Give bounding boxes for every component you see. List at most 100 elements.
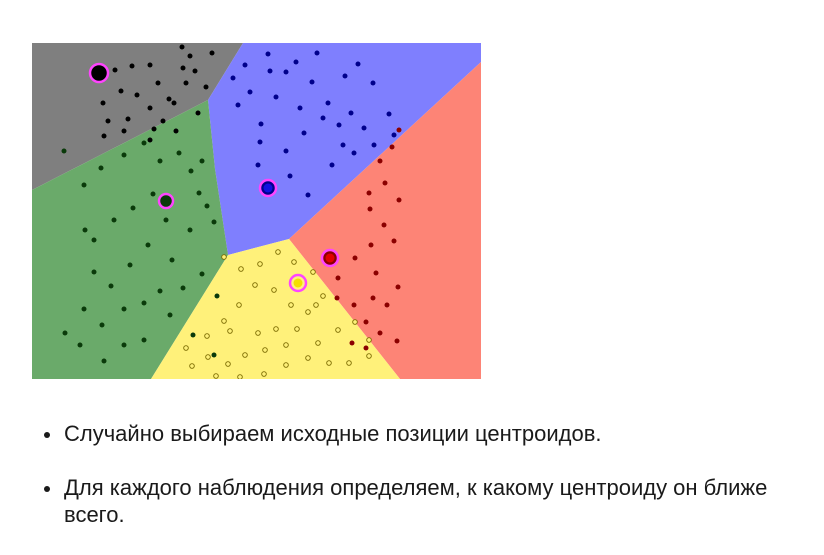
data-point-gray: [179, 44, 185, 50]
data-point-red: [396, 197, 402, 203]
data-point-green: [81, 182, 87, 188]
data-point-red: [377, 158, 383, 164]
data-point-green: [141, 140, 147, 146]
data-point-blue: [267, 68, 273, 74]
data-point-red: [382, 180, 388, 186]
data-point-red: [381, 222, 387, 228]
data-point-green: [121, 152, 127, 158]
data-point-blue: [370, 80, 376, 86]
data-point-red: [352, 255, 358, 261]
data-point-red: [396, 127, 402, 133]
data-point-yellow: [366, 353, 372, 359]
data-point-yellow: [288, 302, 294, 308]
data-point-yellow: [205, 354, 211, 360]
data-point-green: [157, 288, 163, 294]
data-point-gray: [105, 118, 111, 124]
data-point-red: [334, 295, 340, 301]
data-point-blue: [351, 150, 357, 156]
data-point-green: [187, 227, 193, 233]
data-point-red: [367, 206, 373, 212]
data-point-green: [204, 203, 210, 209]
data-point-blue: [348, 110, 354, 116]
data-point-green: [163, 217, 169, 223]
data-point-yellow: [221, 254, 227, 260]
data-point-green: [199, 158, 205, 164]
bullet-text-2: Для каждого наблюдения определяем, к как…: [64, 475, 768, 527]
data-point-yellow: [320, 293, 326, 299]
data-point-green: [199, 271, 205, 277]
data-point-blue: [371, 142, 377, 148]
data-point-green: [145, 242, 151, 248]
data-point-yellow: [310, 269, 316, 275]
data-point-blue: [355, 61, 361, 67]
data-point-blue: [265, 51, 271, 57]
data-point-yellow: [257, 261, 263, 267]
data-point-yellow: [313, 302, 319, 308]
data-point-red: [395, 284, 401, 290]
data-point-gray: [173, 128, 179, 134]
data-point-yellow: [213, 373, 219, 379]
data-point-green: [196, 190, 202, 196]
data-point-blue: [386, 111, 392, 117]
data-point-blue: [255, 162, 261, 168]
data-point-green: [211, 219, 217, 225]
data-point-yellow: [221, 318, 227, 324]
data-point-yellow: [262, 347, 268, 353]
data-point-yellow: [315, 340, 321, 346]
data-point-gray: [209, 50, 215, 56]
data-point-yellow: [261, 371, 267, 377]
data-point-red: [377, 330, 383, 336]
data-point-yellow: [275, 249, 281, 255]
data-point-blue: [342, 73, 348, 79]
data-point-red: [366, 190, 372, 196]
data-point-red: [363, 319, 369, 325]
data-point-yellow: [242, 352, 248, 358]
data-point-gray: [134, 92, 140, 98]
data-point-red: [363, 345, 369, 351]
data-point-gray: [147, 137, 153, 143]
data-point-blue: [230, 75, 236, 81]
data-point-blue: [297, 105, 303, 111]
data-point-green: [99, 322, 105, 328]
data-point-green: [214, 293, 220, 299]
data-point-blue: [247, 89, 253, 95]
data-point-green: [190, 332, 196, 338]
data-point-yellow: [236, 302, 242, 308]
data-point-green: [81, 306, 87, 312]
data-point-green: [169, 257, 175, 263]
bullet-dot: [44, 432, 50, 438]
data-point-green: [176, 150, 182, 156]
bullet-text-1: Случайно выбираем исходные позиции центр…: [64, 421, 602, 446]
data-point-gray: [171, 100, 177, 106]
data-point-gray: [195, 110, 201, 116]
bullet-list: Случайно выбираем исходные позиции центр…: [44, 420, 814, 555]
data-point-yellow: [346, 360, 352, 366]
data-point-blue: [273, 94, 279, 100]
centroid-core-green: [162, 197, 170, 205]
data-point-gray: [118, 88, 124, 94]
data-point-red: [370, 295, 376, 301]
data-point-yellow: [283, 362, 289, 368]
data-point-blue: [309, 79, 315, 85]
data-point-blue: [320, 115, 326, 121]
data-point-gray: [203, 84, 209, 90]
centroid-core-yellow: [293, 278, 303, 288]
data-point-yellow: [252, 282, 258, 288]
data-point-red: [351, 302, 357, 308]
data-point-green: [121, 342, 127, 348]
data-point-green: [62, 330, 68, 336]
data-point-green: [121, 306, 127, 312]
data-point-gray: [112, 67, 118, 73]
data-point-yellow: [225, 361, 231, 367]
data-point-red: [384, 302, 390, 308]
data-point-blue: [305, 192, 311, 198]
data-point-gray: [160, 118, 166, 124]
data-point-yellow: [283, 342, 289, 348]
data-point-blue: [314, 50, 320, 56]
data-point-green: [167, 312, 173, 318]
data-point-yellow: [255, 330, 261, 336]
data-point-yellow: [273, 326, 279, 332]
data-point-yellow: [326, 360, 332, 366]
data-point-blue: [391, 132, 397, 138]
data-point-blue: [329, 162, 335, 168]
